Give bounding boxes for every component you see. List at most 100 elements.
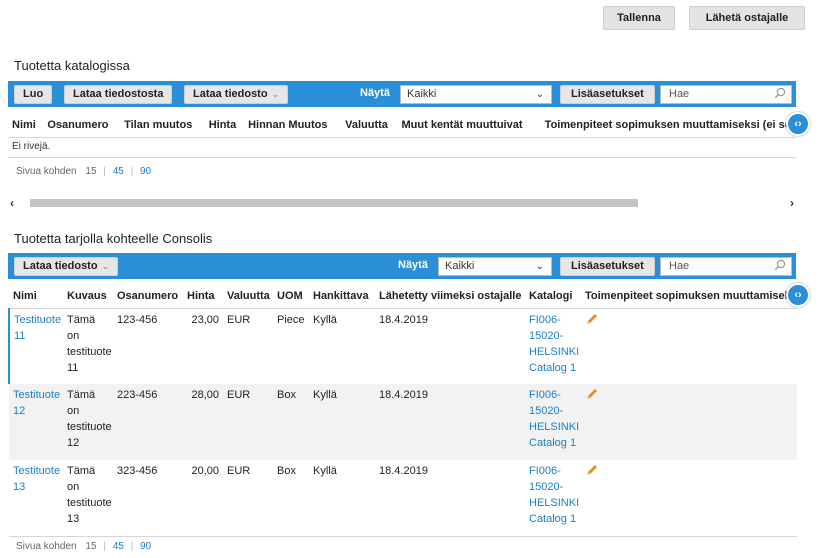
scroll-columns-button[interactable]: ‹›	[786, 283, 810, 307]
product-link[interactable]: Testituote 12	[13, 387, 60, 419]
per-page-option[interactable]: 15	[85, 166, 96, 177]
separator: |	[130, 541, 134, 552]
catalog-pager: Sivua kohden 15 | 45 | 90	[16, 166, 151, 177]
per-page-label: Sivua kohden	[16, 166, 77, 177]
per-page-option[interactable]: 45	[113, 541, 124, 552]
send-to-buyer-button[interactable]: Lähetä ostajalle	[689, 6, 805, 30]
table-row[interactable]: Testituote 11 Tämä on testituote 11 123-456…	[9, 308, 797, 384]
search-input[interactable]: Hae	[660, 85, 792, 104]
cell-name[interactable]: Testituote 13	[9, 460, 63, 536]
download-file-dropdown[interactable]: Lataa tiedosto ⌄	[14, 257, 119, 276]
cell-description: Tämä on testituote 13	[67, 465, 112, 525]
column-header[interactable]: Valuutta	[341, 113, 398, 138]
table-header-row: Nimi Osanumero Tilan muutos Hinta Hinnan…	[8, 113, 796, 138]
search-input[interactable]: Hae	[660, 257, 792, 276]
product-link[interactable]: Testituote 11	[14, 312, 61, 344]
upload-from-file-button[interactable]: Lataa tiedostosta	[64, 85, 173, 104]
per-page-option[interactable]: 90	[140, 166, 151, 177]
column-header[interactable]: Katalogi	[525, 284, 581, 309]
catalog-link[interactable]: FI006- 15020- HELSINKI Catalog 1	[529, 312, 579, 376]
chevron-down-icon: ⌄	[101, 261, 110, 271]
catalog-section-title: Tuotetta katalogissa	[14, 58, 130, 73]
download-file-dropdown[interactable]: Lataa tiedosto ⌄	[184, 85, 289, 104]
cell-name[interactable]: Testituote 11	[9, 308, 63, 384]
save-button[interactable]: Tallenna	[603, 6, 675, 30]
scroll-right-icon[interactable]: ›	[790, 196, 794, 210]
search-icon[interactable]	[774, 87, 786, 105]
column-header[interactable]: Valuutta	[223, 284, 273, 309]
scroll-columns-button[interactable]: ‹›	[786, 112, 810, 136]
per-page-label: Sivua kohden	[16, 541, 77, 552]
column-header[interactable]: Nimi	[8, 113, 44, 138]
show-filter-select[interactable]: Kaikki ⌄	[400, 85, 552, 104]
advanced-settings-button[interactable]: Lisäasetukset	[560, 257, 655, 276]
column-header[interactable]: Osanumero	[43, 113, 121, 138]
separator: |	[103, 166, 106, 177]
pencil-icon[interactable]	[585, 313, 599, 329]
offer-table: Nimi Kuvaus Osanumero Hinta Valuutta UOM…	[8, 284, 797, 537]
column-header[interactable]: Hinnan Muutos	[244, 113, 342, 138]
cell-part-number: 223-456	[117, 389, 158, 401]
show-label: Näytä	[360, 87, 390, 99]
column-header[interactable]: Toimenpiteet sopimuksen muuttamiseksi	[581, 284, 797, 309]
product-link[interactable]: Testituote 13	[13, 463, 60, 495]
chevron-down-icon: ⌄	[271, 89, 280, 99]
per-page-option[interactable]: 90	[140, 541, 151, 552]
show-label: Näytä	[398, 259, 428, 271]
cell-last-sent: 18.4.2019	[379, 313, 428, 326]
column-header[interactable]: Osanumero	[113, 284, 183, 309]
catalog-link[interactable]: FI006- 15020- HELSINKI Catalog 1	[529, 463, 579, 527]
per-page-option[interactable]: 45	[113, 166, 124, 177]
pencil-icon[interactable]	[585, 465, 599, 480]
cell-procurable: Kyllä	[313, 389, 337, 401]
empty-rows-message: Ei rivejä.	[8, 138, 796, 158]
table-row[interactable]: Testituote 13 Tämä on testituote 13 323-456…	[9, 460, 797, 536]
cell-actions	[581, 460, 797, 536]
pencil-icon[interactable]	[585, 389, 599, 404]
cell-currency: EUR	[227, 389, 251, 401]
cell-name[interactable]: Testituote 12	[9, 384, 63, 460]
table-row[interactable]: Testituote 12 Tämä on testituote 12 223-456…	[9, 384, 797, 460]
scrollbar-thumb[interactable]	[30, 199, 638, 207]
column-header[interactable]: Tilan muutos	[120, 113, 205, 138]
cell-part-number: 123-456	[117, 313, 158, 326]
table-header-row: Nimi Kuvaus Osanumero Hinta Valuutta UOM…	[9, 284, 797, 309]
column-header[interactable]: Hinta	[183, 284, 223, 309]
column-header[interactable]: Lähetetty viimeksi ostajalle	[375, 284, 525, 309]
column-header[interactable]: Kuvaus	[63, 284, 113, 309]
offer-toolbar: Lataa tiedosto ⌄ Näytä Kaikki ⌄ Lisäasetuk…	[8, 253, 796, 279]
column-header[interactable]: Hankittava	[309, 284, 375, 309]
horizontal-scrollbar[interactable]: ‹ ›	[8, 196, 796, 210]
column-header[interactable]: Muut kentät muuttuivat	[397, 113, 541, 138]
column-header[interactable]: Nimi	[9, 284, 63, 309]
cell-price: 28,00	[191, 389, 219, 401]
cell-catalog[interactable]: FI006- 15020- HELSINKI Catalog 1	[525, 460, 581, 536]
column-header[interactable]: Toimenpiteet sopimuksen muuttamiseksi (e…	[540, 113, 796, 138]
show-filter-select[interactable]: Kaikki ⌄	[438, 257, 552, 276]
cell-catalog[interactable]: FI006- 15020- HELSINKI Catalog 1	[525, 308, 581, 384]
top-actions: Tallenna Lähetä ostajalle	[603, 6, 805, 30]
column-header[interactable]: Hinta	[204, 113, 245, 138]
create-button[interactable]: Luo	[14, 85, 53, 104]
search-icon[interactable]	[774, 259, 786, 277]
offer-pager: Sivua kohden 15 | 45 | 90	[16, 541, 151, 552]
cell-uom: Piece	[277, 313, 305, 326]
cell-procurable: Kyllä	[313, 465, 337, 477]
per-page-option[interactable]: 15	[85, 541, 96, 552]
scroll-left-icon[interactable]: ‹	[10, 196, 14, 210]
column-header[interactable]: UOM	[273, 284, 309, 309]
download-file-label: Lataa tiedosto	[23, 260, 98, 272]
cell-description: Tämä on testituote 12	[67, 389, 112, 449]
cell-part-number: 323-456	[117, 465, 158, 477]
cell-last-sent: 18.4.2019	[379, 465, 428, 477]
advanced-settings-button[interactable]: Lisäasetukset	[560, 85, 655, 104]
show-filter-value: Kaikki	[445, 260, 475, 272]
download-file-label: Lataa tiedosto	[193, 88, 268, 100]
cell-catalog[interactable]: FI006- 15020- HELSINKI Catalog 1	[525, 384, 581, 460]
catalog-link[interactable]: FI006- 15020- HELSINKI Catalog 1	[529, 387, 579, 451]
cell-uom: Box	[277, 465, 296, 477]
chevron-down-icon: ⌄	[535, 89, 544, 100]
show-filter-value: Kaikki	[407, 88, 437, 100]
cell-price: 20,00	[191, 465, 219, 477]
cell-currency: EUR	[227, 313, 251, 326]
